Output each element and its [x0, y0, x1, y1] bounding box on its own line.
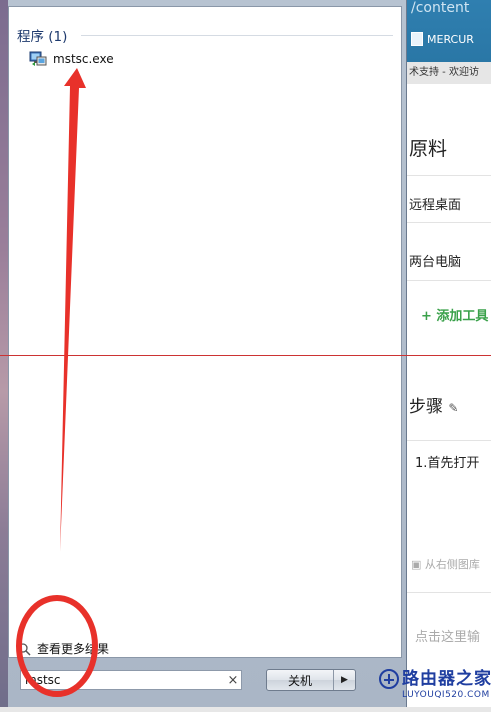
address-fragment: /content [411, 0, 470, 16]
watermark: 路由器之家 LUYOUQI520.COM [372, 660, 491, 712]
search-input[interactable] [21, 672, 225, 688]
shutdown-button-group: 关机 ▶ [266, 669, 356, 691]
image-hint-text: 从右侧图库 [424, 558, 480, 571]
see-more-label: 查看更多结果 [37, 642, 110, 656]
step-text: 1.首先打开 [415, 456, 480, 471]
divider [407, 592, 491, 593]
watermark-title: 路由器之家 [402, 669, 491, 689]
shutdown-button[interactable]: 关机 [267, 670, 334, 690]
clear-icon[interactable]: × [225, 673, 241, 688]
search-results-pane: 程序 (1) mstsc.exe 查看更多结果 [8, 6, 402, 658]
image-library-hint[interactable]: ▣ 从右侧图库 [411, 556, 480, 572]
see-more-results-link[interactable]: 查看更多结果 [17, 640, 109, 657]
steps-heading-text: 步骤 [409, 397, 443, 417]
browser-tab[interactable]: MERCUR [411, 26, 474, 52]
taskbar-edge [0, 707, 491, 712]
programs-section-title: 程序 (1) [17, 29, 68, 45]
remote-desktop-icon [29, 50, 47, 68]
result-item-mstsc[interactable]: mstsc.exe [25, 49, 118, 69]
materials-heading: 原料 [409, 138, 448, 160]
browser-header: /content MERCUR [407, 0, 491, 62]
input-hint[interactable]: 点击这里输 [415, 626, 480, 645]
image-icon: ▣ [411, 558, 422, 571]
add-tool-link[interactable]: + 添加工具 [421, 305, 488, 324]
pencil-icon[interactable]: ✎ [448, 401, 458, 415]
material-item: 远程桌面 [409, 198, 462, 213]
divider [407, 175, 491, 176]
search-box[interactable]: × [20, 670, 242, 690]
shutdown-options-arrow-icon[interactable]: ▶ [334, 670, 355, 690]
background-webpage: /content MERCUR 术支持 - 欢迎访 原料 远程桌面 两台电脑 +… [407, 0, 491, 712]
start-menu: 程序 (1) mstsc.exe 查看更多结果 mstsc × 关机 ▶ [8, 0, 407, 712]
section-divider [81, 35, 393, 36]
router-logo-icon [379, 669, 399, 689]
desktop-background [0, 0, 8, 712]
divider [407, 222, 491, 223]
tab-title: MERCUR [427, 32, 474, 46]
search-icon [17, 642, 31, 656]
result-name: mstsc.exe [53, 52, 114, 66]
steps-heading: 步骤 ✎ [409, 392, 458, 417]
document-icon [411, 32, 423, 46]
red-guide-line [0, 355, 491, 356]
divider [407, 280, 491, 281]
divider [407, 440, 491, 441]
watermark-url: LUYOUQI520.COM [402, 690, 490, 700]
page-subbar: 术支持 - 欢迎访 [407, 62, 491, 84]
material-item: 两台电脑 [409, 255, 462, 270]
